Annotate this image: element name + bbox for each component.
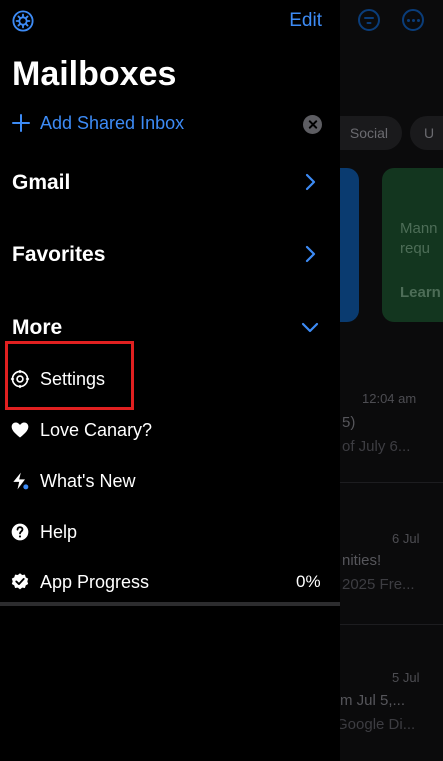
card-text: requ [400, 240, 431, 257]
progress-bar [0, 602, 340, 606]
dismiss-icon[interactable] [303, 115, 322, 134]
app-progress-value: 0% [296, 572, 321, 591]
tab-social[interactable]: Social [340, 116, 402, 150]
background-inbox: Social U Mann requ Learn 12:04 am 5) of … [340, 0, 443, 761]
chevron-right-icon[interactable] [300, 172, 320, 192]
page-title: Mailboxes [12, 55, 177, 93]
highlight-box [5, 341, 134, 410]
gear-icon[interactable] [12, 10, 34, 32]
promo-card[interactable] [340, 168, 359, 322]
section-favorites[interactable]: Favorites [12, 243, 105, 267]
more-icon[interactable] [402, 9, 424, 31]
menu-item-label: Love Canary? [40, 419, 153, 440]
badge-check-icon [11, 573, 29, 590]
plus-icon [10, 112, 32, 134]
message-subject: m Jul 5,... [340, 692, 406, 709]
menu-item-app-progress[interactable]: App Progress [10, 567, 149, 597]
add-shared-inbox-button[interactable]: Add Shared Inbox [10, 112, 184, 134]
menu-item-love-canary[interactable]: Love Canary? [10, 415, 152, 445]
edit-button[interactable]: Edit [289, 10, 322, 32]
message-subject: 5) [342, 414, 356, 431]
chevron-down-icon[interactable] [300, 317, 320, 337]
divider [340, 482, 443, 483]
filter-icon[interactable] [358, 9, 380, 31]
message-time: 12:04 am [362, 391, 417, 406]
message-subject: nities! [342, 552, 382, 569]
message-time: 5 Jul [392, 670, 420, 685]
message-preview: Google Di... [340, 716, 416, 733]
divider [340, 624, 443, 625]
add-shared-inbox-label: Add Shared Inbox [40, 112, 185, 133]
menu-item-label: App Progress [40, 571, 150, 592]
menu-item-label: Help [40, 521, 78, 542]
menu-item-help[interactable]: Help [10, 517, 77, 547]
card-text: Mann [400, 220, 438, 237]
mailboxes-drawer: Edit Mailboxes Add Shared Inbox Gmail Fa… [0, 0, 340, 761]
section-gmail[interactable]: Gmail [12, 171, 70, 195]
section-more[interactable]: More [12, 316, 62, 340]
menu-item-whats-new[interactable]: What's New [10, 466, 135, 496]
message-preview: 2025 Fre... [342, 576, 415, 593]
message-preview: of July 6... [342, 438, 411, 455]
info-card[interactable]: Mann requ Learn [382, 168, 443, 322]
message-time: 6 Jul [392, 531, 420, 546]
card-text: Learn [400, 284, 441, 301]
question-icon [11, 523, 29, 541]
chevron-right-icon[interactable] [300, 244, 320, 264]
heart-icon [11, 422, 29, 438]
tab-next[interactable]: U [410, 116, 443, 150]
menu-item-label: What's New [40, 470, 136, 491]
bolt-icon [13, 472, 29, 490]
